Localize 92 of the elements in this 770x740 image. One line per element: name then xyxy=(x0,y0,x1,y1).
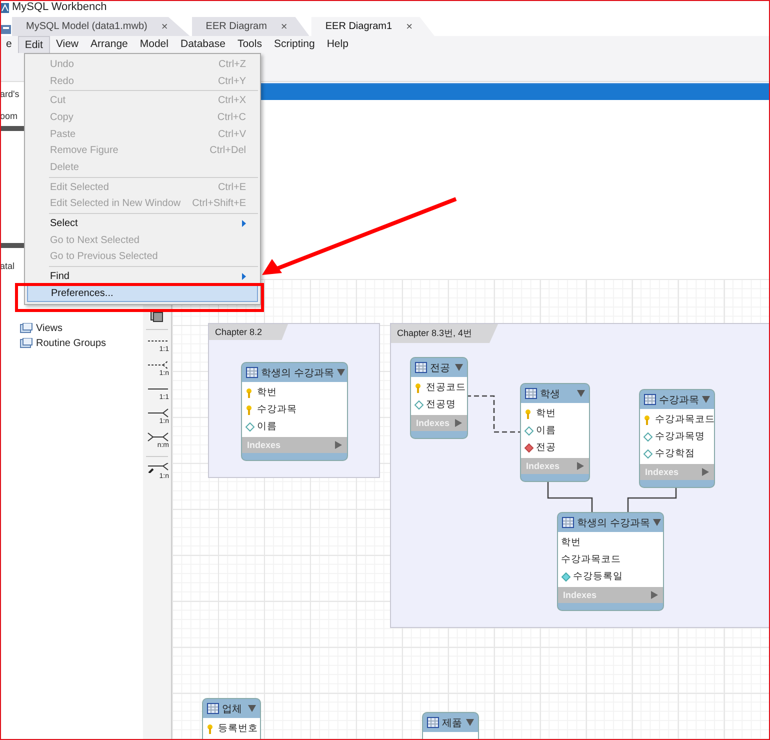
table-icon xyxy=(427,717,439,728)
column-name: 전공명 xyxy=(426,398,456,411)
menu-item[interactable]: Arrange xyxy=(84,36,134,53)
menu-item[interactable]: e xyxy=(0,36,18,53)
diamond-icon xyxy=(245,422,255,432)
shortcut-label: Ctrl+V xyxy=(218,128,246,140)
table-card[interactable]: 업체 등록번호 xyxy=(202,698,261,740)
table-icon xyxy=(644,394,656,405)
folder-icon xyxy=(20,322,33,334)
sidebar-label: ard's xyxy=(0,88,20,100)
table-name: 학생 xyxy=(540,388,561,400)
column-name: 수강과목명 xyxy=(655,430,705,443)
close-button[interactable]: × xyxy=(161,20,168,32)
column-name: 수강과목 xyxy=(257,403,297,416)
tab-label: EER Diagram1 xyxy=(325,21,392,32)
submenu-arrow-icon xyxy=(242,220,246,228)
table-name: 학생의 수강과목 xyxy=(261,366,334,380)
expand-icon[interactable] xyxy=(455,419,462,427)
menu-item[interactable]: Help xyxy=(320,36,354,53)
window-title: MySQL Workbench xyxy=(12,1,107,13)
column-name: 수강학점 xyxy=(655,447,695,460)
column-name: 전공 xyxy=(536,441,556,454)
tab[interactable]: EER Diagram1 × xyxy=(311,17,434,36)
column-name: 수강등록일 xyxy=(573,570,623,583)
expand-icon[interactable] xyxy=(577,462,584,470)
table-icon xyxy=(562,517,574,528)
dropdown-icon[interactable] xyxy=(455,364,463,371)
table-name: 학생의 수강과목 xyxy=(577,516,650,530)
menu-item[interactable]: Find xyxy=(27,268,258,285)
tab[interactable]: EER Diagram × xyxy=(192,17,310,36)
menu-item[interactable]: Database xyxy=(174,36,232,53)
relationship-icon[interactable] xyxy=(147,463,169,473)
column-name: 전공코드 xyxy=(426,381,466,394)
shortcut-label: Ctrl+E xyxy=(218,182,246,193)
table-icon xyxy=(525,388,537,399)
dropdown-icon[interactable] xyxy=(652,519,661,526)
diamond-icon xyxy=(414,400,424,410)
dropdown-icon[interactable] xyxy=(336,369,345,376)
column-name: 학번 xyxy=(536,407,556,420)
expand-icon[interactable] xyxy=(702,468,709,476)
column-name: 학번 xyxy=(257,386,277,399)
menu-item[interactable]: Edit xyxy=(18,36,50,53)
tab-label: MySQL Model (data1.mwb) xyxy=(26,21,148,32)
column-name: 등록번호 xyxy=(218,722,258,735)
menu-item[interactable]: View xyxy=(50,36,85,53)
tab[interactable]: MySQL Model (data1.mwb) × xyxy=(12,17,190,36)
dropdown-icon[interactable] xyxy=(248,705,256,712)
close-button[interactable]: × xyxy=(406,20,412,32)
layer-title: Chapter 8.3번, 4번 xyxy=(391,324,498,343)
tab-label: EER Diagram xyxy=(206,21,267,32)
table-icon xyxy=(207,703,219,714)
shortcut-label: Ctrl+Shift+E xyxy=(192,198,246,210)
table-name: 전공 xyxy=(430,362,451,374)
relationship-line xyxy=(466,395,520,433)
sidebar-label: oom xyxy=(0,110,18,122)
table-icon xyxy=(246,367,258,378)
layer-title: Chapter 8.2 xyxy=(209,324,288,340)
submenu-arrow-icon xyxy=(242,273,246,280)
menu-item[interactable]: Model xyxy=(134,36,174,53)
shortcut-label: Ctrl+C xyxy=(217,112,246,123)
tree-item[interactable]: Views xyxy=(36,322,62,334)
relationship-icon[interactable] xyxy=(147,408,169,418)
expand-icon[interactable] xyxy=(335,441,342,449)
shortcut-label: Ctrl+X xyxy=(218,95,246,106)
column-name: 수강과목코드 xyxy=(655,413,714,426)
dropdown-icon[interactable] xyxy=(702,396,710,403)
shortcut-label: Ctrl+Y xyxy=(218,76,246,87)
dropdown-icon[interactable] xyxy=(577,390,585,397)
shortcut-label: Ctrl+Del xyxy=(210,145,246,156)
shortcut-label: Ctrl+Z xyxy=(218,58,246,70)
menu-item[interactable]: Tools xyxy=(231,36,268,53)
relationship-icon[interactable] xyxy=(147,432,169,442)
close-button[interactable]: × xyxy=(280,20,288,32)
table-name: 수강과목 xyxy=(659,394,699,406)
table-card[interactable]: 제품 xyxy=(422,712,479,740)
dropdown-icon[interactable] xyxy=(466,719,474,726)
table-name: 제품 xyxy=(442,716,463,730)
menu-item[interactable]: Select xyxy=(27,215,258,232)
column-name: 이름 xyxy=(257,420,277,433)
menu-item[interactable]: Scripting xyxy=(268,36,321,53)
column-name: 이름 xyxy=(536,424,556,437)
relationship-icon[interactable] xyxy=(147,360,169,370)
table-icon xyxy=(415,362,427,373)
diamond-icon xyxy=(561,572,571,582)
table-name: 업체 xyxy=(222,702,243,716)
home-icon[interactable] xyxy=(0,22,12,36)
sidebar-label: atal xyxy=(0,260,15,272)
tree-item[interactable]: Routine Groups xyxy=(36,338,106,348)
expand-icon[interactable] xyxy=(651,591,658,599)
column-name: 수강과목코드 xyxy=(561,553,621,566)
column-name: 학번 xyxy=(561,536,581,549)
folder-icon xyxy=(20,338,33,348)
